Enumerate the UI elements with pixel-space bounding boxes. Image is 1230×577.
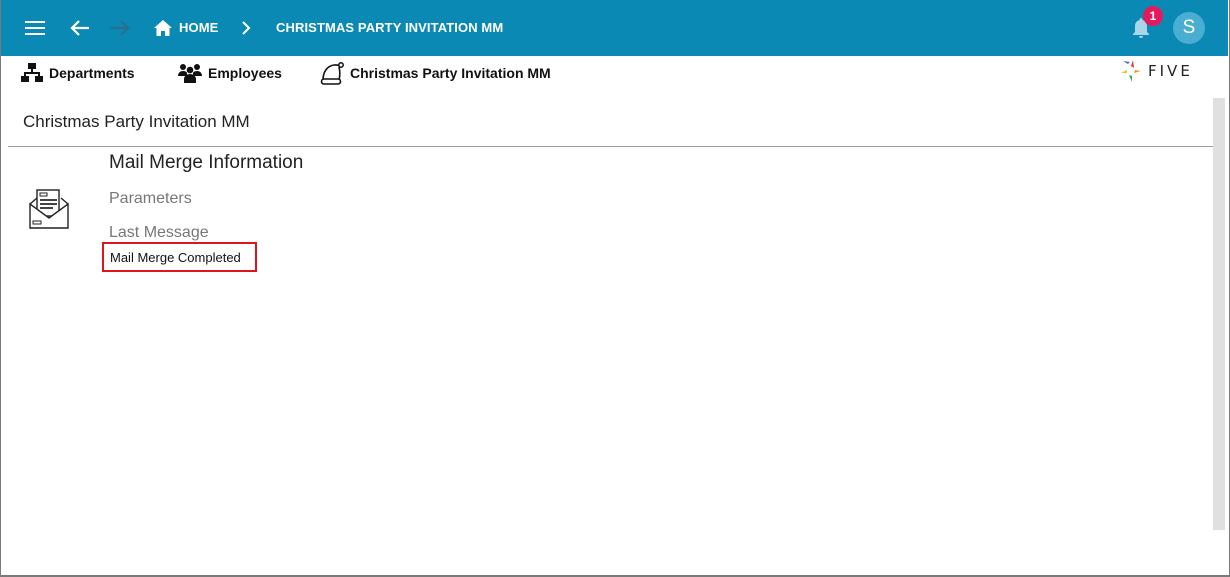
menu-item-christmas-party-invitation-mm[interactable]: Christmas Party Invitation MM — [320, 56, 551, 90]
user-avatar[interactable]: S — [1173, 12, 1205, 44]
chevron-right-icon — [239, 0, 253, 56]
back-button[interactable] — [67, 0, 93, 56]
menu-item-label: Christmas Party Invitation MM — [350, 65, 551, 81]
people-group-icon — [178, 64, 202, 83]
menu-item-employees[interactable]: Employees — [178, 56, 282, 90]
breadcrumb-home[interactable]: HOME — [179, 20, 218, 36]
last-message-value: Mail Merge Completed — [102, 242, 257, 272]
hamburger-menu-icon[interactable] — [23, 0, 47, 56]
app-bar: HOME CHRISTMAS PARTY INVITATION MM 1 S — [1, 0, 1228, 56]
open-envelope-letter-icon — [28, 188, 70, 237]
menu-item-departments[interactable]: Departments — [21, 56, 135, 90]
forward-button[interactable] — [107, 0, 133, 56]
page-title: Christmas Party Invitation MM — [23, 112, 250, 131]
logo-text: FIVE — [1148, 62, 1193, 80]
menu-item-label: Employees — [208, 65, 282, 81]
menu-item-label: Departments — [49, 65, 135, 81]
org-chart-icon — [21, 63, 43, 82]
five-logo-icon — [1121, 60, 1141, 82]
menu-bar: Departments Employees Christmas Party In… — [1, 56, 1228, 90]
arrow-left-icon — [70, 20, 89, 36]
arrow-right-icon — [111, 20, 130, 36]
vertical-scrollbar[interactable] — [1213, 98, 1225, 530]
last-message-label: Last Message — [109, 224, 209, 241]
title-divider — [8, 146, 1213, 147]
five-logo: FIVE — [1120, 58, 1193, 84]
section-title: Mail Merge Information — [109, 152, 304, 173]
home-icon[interactable] — [153, 0, 173, 56]
notification-count-badge: 1 — [1143, 6, 1163, 26]
santa-hat-icon — [320, 62, 344, 85]
parameters-label: Parameters — [109, 190, 192, 207]
breadcrumb-current: CHRISTMAS PARTY INVITATION MM — [276, 20, 504, 35]
